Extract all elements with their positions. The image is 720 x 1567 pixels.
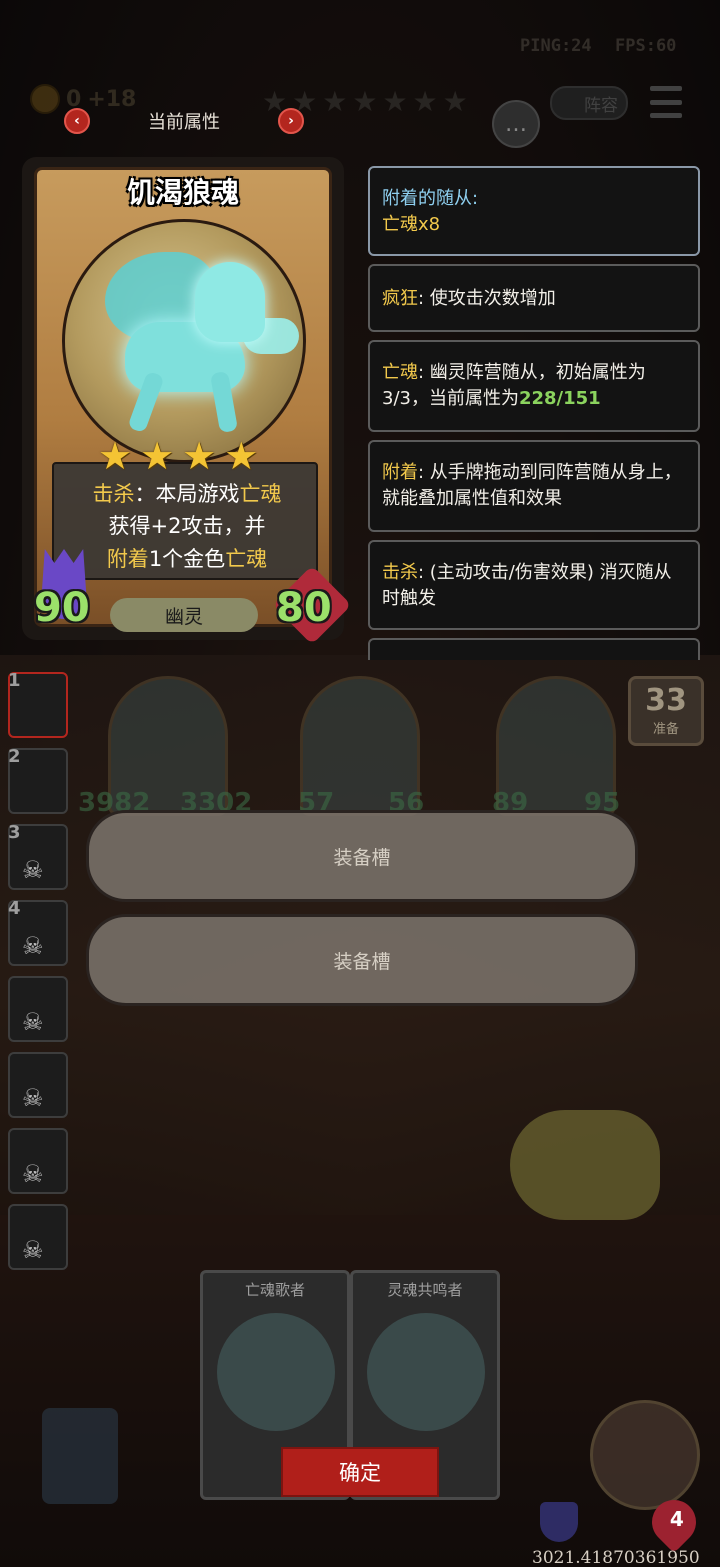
skull-icon: ☠ [22, 1236, 44, 1264]
attribute-header: ‹ 当前属性 › [64, 104, 304, 138]
keyword-box-partial [368, 638, 700, 660]
next-arrow-icon[interactable]: › [278, 108, 304, 134]
opponent-hero-portrait [42, 1408, 118, 1504]
prev-arrow-icon[interactable]: ‹ [64, 108, 90, 134]
ready-label: 准备 [652, 722, 679, 737]
star-icon: ★ [98, 434, 133, 478]
attack-value: 90 [34, 585, 90, 631]
attached-minions-box: 附着的随从: 亡魂x8 [368, 166, 700, 256]
card-description: 击杀：本局游戏亡魂 获得+2攻击，并 附着1个金色亡魂 [52, 462, 318, 580]
hand-card-art [367, 1313, 485, 1431]
star-icon: ★ [140, 434, 175, 478]
shield-icon [540, 1502, 578, 1542]
equipment-slot-1[interactable]: 装备槽 [86, 810, 638, 902]
desc-line-2: 获得+2攻击，并 [108, 514, 266, 538]
keyword-frenzy: 疯狂: 使攻击次数增加 [368, 264, 700, 332]
keyword-text: : 幽灵阵营随从，初始属性为 [418, 362, 646, 383]
queue-slot[interactable]: ☠ [8, 976, 68, 1042]
keyword-name: 附着 [382, 462, 418, 483]
attribute-title: 当前属性 [148, 112, 220, 133]
skull-icon: ☠ [22, 932, 44, 960]
card-name: 饥渴狼魂 [126, 176, 239, 209]
card-star-rating: ★ ★ ★ ★ [98, 437, 258, 475]
skull-icon: ☠ [22, 1008, 44, 1036]
attached-value: 亡魂x8 [382, 214, 441, 235]
wolf-spirit-art [62, 219, 306, 463]
keyword-attach: 附着: 从手牌拖动到同阵营随从身上，就能叠加属性值和效果 [368, 440, 700, 532]
equipment-slot-2[interactable]: 装备槽 [86, 914, 638, 1006]
tribe-badge: 幽灵 [110, 598, 258, 632]
queue-slot[interactable]: 4 ☠ [8, 898, 68, 966]
minion-card: 饥渴狼魂 击杀：本局游戏亡魂 获得+2攻击，并 附着1个金色亡魂 ★ ★ ★ ★… [22, 157, 352, 645]
queue-slot[interactable]: ☠ [8, 1052, 68, 1118]
star-icon: ★ [182, 434, 217, 478]
airship-decoration [510, 1110, 660, 1220]
queue-slot[interactable]: ☠ [8, 1204, 68, 1270]
queue-slot[interactable]: 3 ☠ [8, 822, 68, 890]
queue-slot[interactable]: ☠ [8, 1128, 68, 1194]
chat-icon[interactable]: … [492, 100, 540, 148]
desc-line-3: 附着1个金色亡魂 [106, 547, 268, 571]
keyword-name: 击杀 [382, 562, 418, 583]
skull-icon: ☠ [22, 856, 44, 884]
hand-card-art [217, 1313, 335, 1431]
skull-icon: ☠ [22, 1160, 44, 1188]
desc-line-1: 击杀：本局游戏亡魂 [92, 482, 282, 506]
equipment-slot-label: 装备槽 [333, 846, 391, 869]
star-icon: ★ [224, 434, 259, 478]
ready-count: 33 [645, 683, 687, 718]
keyword-kill: 击杀: (主动攻击/伤害效果) 消灭随从时触发 [368, 540, 700, 630]
attached-label: 附着的随从: [382, 188, 479, 209]
queue-slot[interactable]: 1 [8, 670, 68, 738]
life-value: 4 [669, 1507, 684, 1532]
keyword-text: 3/3，当前属性为 [382, 388, 519, 409]
hand-card-title: 亡魂歌者 [244, 1281, 305, 1299]
health-value: 80 [276, 585, 332, 631]
build-code: 3021.41870361950 [532, 1548, 700, 1567]
keyword-soul: 亡魂: 幽灵阵营随从，初始属性为 3/3，当前属性为228/151 [368, 340, 700, 432]
queue-slot[interactable]: 2 [8, 746, 68, 814]
keyword-name: 疯狂 [382, 288, 418, 309]
skull-icon: ☠ [22, 1084, 44, 1112]
keyword-name: 亡魂 [382, 362, 418, 383]
keyword-text: : 从手牌拖动到同阵营随从身上，就能叠加属性值和效果 [382, 462, 682, 509]
equipment-slot-label: 装备槽 [333, 950, 391, 973]
keyword-text: : 使攻击次数增加 [418, 288, 556, 309]
player-hero-portrait[interactable] [590, 1400, 700, 1510]
hand-card-title: 灵魂共鸣者 [387, 1281, 463, 1299]
ready-counter: 33 准备 [628, 676, 704, 746]
soul-current-stats: 228/151 [518, 388, 601, 409]
keyword-text: : (主动攻击/伤害效果) 消灭随从时触发 [382, 562, 672, 609]
confirm-button[interactable]: 确定 [281, 1447, 439, 1497]
